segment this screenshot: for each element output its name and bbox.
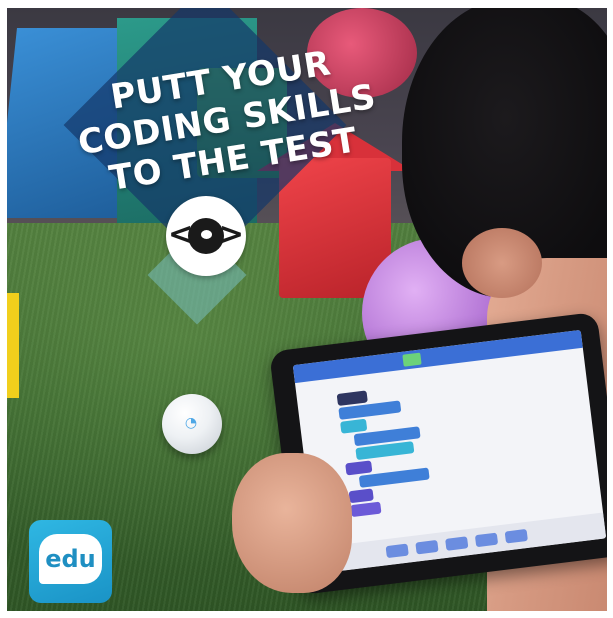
code-block (348, 488, 374, 504)
child-cheek (462, 228, 542, 298)
code-block (340, 418, 368, 434)
sphero-ball-logo-icon: ◔ (184, 415, 198, 431)
palette-chip (474, 532, 499, 548)
palette-chip (445, 536, 469, 551)
palette-chip (504, 528, 528, 544)
tablet-run-button (402, 352, 422, 367)
palette-chip (385, 543, 409, 559)
code-block (336, 390, 368, 406)
right-bracket-icon: > (218, 217, 244, 252)
child-hand (232, 453, 352, 593)
promo-image: ◔ PUTT YOUR CODING SKILLS TO THE TEST < … (7, 8, 607, 611)
palette-chip (415, 539, 439, 555)
sphero-robot-ball: ◔ (162, 394, 222, 454)
sphero-logo-badge: < > (166, 196, 246, 276)
code-block (345, 460, 373, 476)
code-block (350, 501, 382, 518)
sphero-eye-icon (201, 230, 212, 239)
edu-logo: edu (29, 520, 112, 603)
yellow-toy-post (7, 293, 19, 398)
edu-logo-text: edu (45, 545, 96, 573)
